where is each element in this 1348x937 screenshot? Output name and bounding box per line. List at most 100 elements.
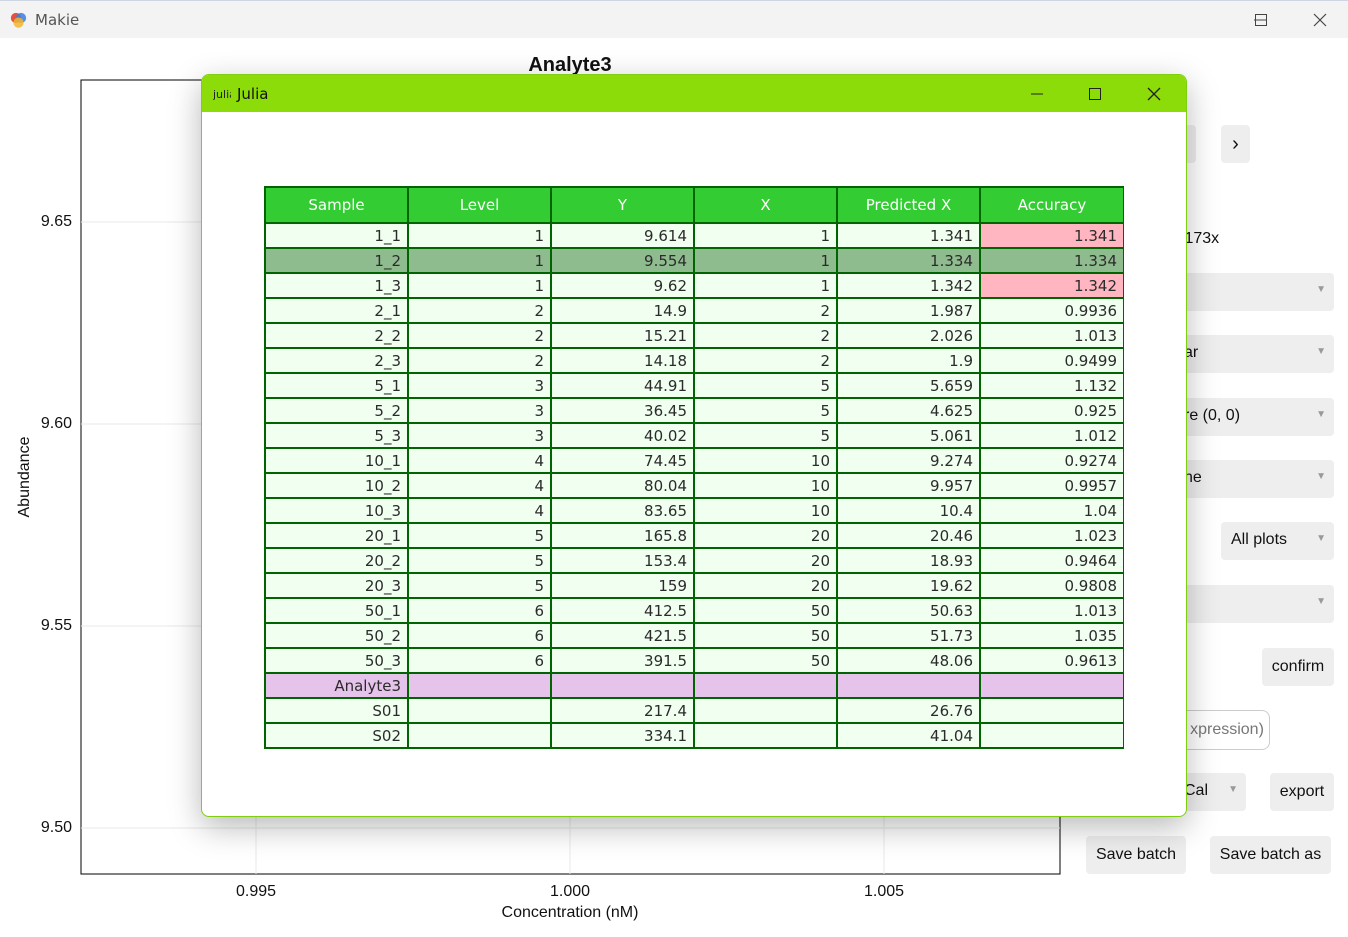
julia-minimize-button[interactable] [1014,81,1060,107]
x-cell: 1 [693,272,838,299]
sample-cell: 5_2 [264,397,409,424]
julia-close-button[interactable] [1131,81,1177,107]
table-row[interactable]: 1_3 1 9.62 1 1.342 1.342 [264,272,1124,299]
table-row[interactable]: 10_2 4 80.04 10 9.957 0.9957 [264,472,1124,499]
table-row[interactable]: S01 217.4 26.76 [264,697,1124,724]
y-tick-label: 9.55 [40,617,72,634]
predicted-x-cell: 48.06 [836,647,981,674]
level-cell: 5 [407,547,552,574]
table-row[interactable]: 2_2 2 15.21 2 2.026 1.013 [264,322,1124,349]
sample-cell: 10_3 [264,497,409,524]
accuracy-cell: 0.9464 [979,547,1124,574]
table-row[interactable]: 1_1 1 9.614 1 1.341 1.341 [264,222,1124,249]
predicted-x-cell: 10.4 [836,497,981,524]
table-row[interactable]: 2_1 2 14.9 2 1.987 0.9936 [264,297,1124,324]
y-cell: 83.65 [550,497,695,524]
level-cell: 3 [407,422,552,449]
julia-logo-text: julia [213,88,231,101]
y-cell: 9.554 [550,247,695,274]
x-cell: 20 [693,547,838,574]
x-cell: 50 [693,647,838,674]
predicted-x-cell: 41.04 [836,722,981,749]
column-header[interactable]: Predicted X [836,186,981,224]
table-row[interactable]: 2_3 2 14.18 2 1.9 0.9499 [264,347,1124,374]
y-cell: 9.62 [550,272,695,299]
table-row[interactable]: 10_3 4 83.65 10 10.4 1.04 [264,497,1124,524]
sample-cell: 10_2 [264,472,409,499]
column-header[interactable]: Accuracy [979,186,1124,224]
julia-window-title: Julia [237,85,269,103]
table-row[interactable]: 50_1 6 412.5 50 50.63 1.013 [264,597,1124,624]
y-cell: 44.91 [550,372,695,399]
table-row[interactable]: S02 334.1 41.04 [264,722,1124,749]
accuracy-cell: 1.013 [979,322,1124,349]
dropdown-arrow-icon: ▼ [1316,533,1326,544]
column-header[interactable]: Sample [264,186,409,224]
table-row[interactable]: 20_2 5 153.4 20 18.93 0.9464 [264,547,1124,574]
y-cell: 421.5 [550,622,695,649]
x-cell: 2 [693,322,838,349]
predicted-x-cell: 26.76 [836,697,981,724]
predicted-x-cell [836,672,981,699]
plots-menu[interactable]: All plots ▼ [1221,522,1334,560]
level-cell: 4 [407,497,552,524]
accuracy-cell: 0.9957 [979,472,1124,499]
y-cell: 217.4 [550,697,695,724]
sample-cell: S02 [264,722,409,749]
accuracy-cell: 1.132 [979,372,1124,399]
next-button[interactable]: › [1221,125,1250,163]
column-header[interactable]: Level [407,186,552,224]
x-cell: 2 [693,297,838,324]
x-cell: 1 [693,222,838,249]
sample-cell: 50_1 [264,597,409,624]
minimize-icon [1031,93,1043,95]
sample-cell: 20_1 [264,522,409,549]
level-cell: 4 [407,472,552,499]
results-table-container[interactable]: Sample Level Y X Predicted X Accuracy 1_… [264,186,1124,754]
table-row[interactable]: 5_3 3 40.02 5 5.061 1.012 [264,422,1124,449]
export-button[interactable]: export [1270,773,1334,811]
sample-cell: 5_1 [264,372,409,399]
x-tick-label: 1.005 [863,883,905,900]
sample-cell: Analyte3 [264,672,409,699]
level-cell: 1 [407,272,552,299]
sample-cell: 20_3 [264,572,409,599]
column-header[interactable]: X [693,186,838,224]
column-header[interactable]: Y [550,186,695,224]
menu-3-label: re (0, 0) [1184,407,1241,424]
table-row[interactable]: 50_2 6 421.5 50 51.73 1.035 [264,622,1124,649]
level-cell: 3 [407,372,552,399]
julia-maximize-button[interactable] [1072,81,1118,107]
maximize-icon [1089,88,1101,100]
save-batch-as-button[interactable]: Save batch as [1210,836,1331,874]
table-row[interactable]: 1_2 1 9.554 1 1.334 1.334 [264,247,1124,274]
sample-cell: 1_2 [264,247,409,274]
analyte-group-row[interactable]: Analyte3 [264,672,1124,699]
table-row[interactable]: 20_1 5 165.8 20 20.46 1.023 [264,522,1124,549]
y-cell: 14.9 [550,297,695,324]
dropdown-arrow-icon: ▼ [1316,284,1326,295]
confirm-button[interactable]: confirm [1262,648,1334,686]
julia-titlebar[interactable]: julia Julia [202,75,1186,112]
y-cell: 9.614 [550,222,695,249]
table-row[interactable]: 20_3 5 159 20 19.62 0.9808 [264,572,1124,599]
x-cell: 2 [693,347,838,374]
sample-cell: S01 [264,697,409,724]
y-cell [550,672,695,699]
julia-logo-icon: julia [213,88,231,101]
accuracy-cell: 1.342 [979,272,1124,299]
accuracy-cell: 0.9274 [979,447,1124,474]
table-row[interactable]: 5_1 3 44.91 5 5.659 1.132 [264,372,1124,399]
y-tick-label: 9.65 [40,213,72,230]
x-cell: 50 [693,622,838,649]
accuracy-cell: 1.013 [979,597,1124,624]
level-cell [407,697,552,724]
table-row[interactable]: 5_2 3 36.45 5 4.625 0.925 [264,397,1124,424]
table-row[interactable]: 10_1 4 74.45 10 9.274 0.9274 [264,447,1124,474]
table-row[interactable]: 50_3 6 391.5 50 48.06 0.9613 [264,647,1124,674]
x-axis-label: Concentration (nM) [501,904,639,921]
julia-window[interactable]: julia Julia Sample Level Y X P [201,74,1187,817]
sample-cell: 2_2 [264,322,409,349]
save-batch-button[interactable]: Save batch [1086,836,1186,874]
sample-cell: 1_3 [264,272,409,299]
